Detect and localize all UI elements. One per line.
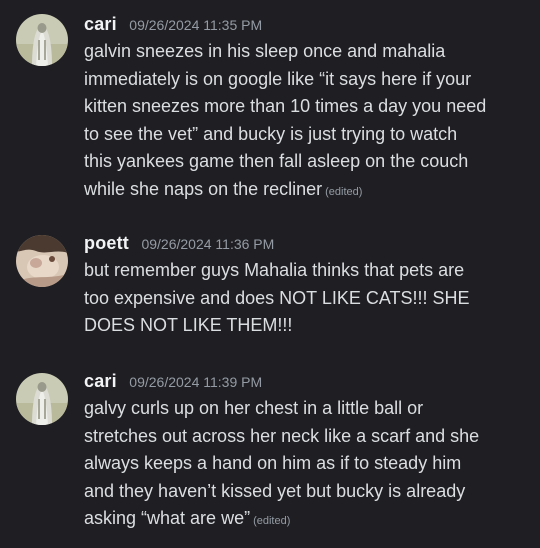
message-line: asking “what are we”: [84, 508, 251, 528]
message-line: this yankees game then fall asleep on th…: [84, 151, 469, 171]
username[interactable]: cari: [84, 14, 117, 34]
message-line: kitten sneezes more than 10 times a day …: [84, 96, 487, 116]
avatar-poett[interactable]: [16, 235, 68, 287]
avatar-cari[interactable]: [16, 14, 68, 66]
message-line: but remember guys Mahalia thinks that pe…: [84, 260, 465, 280]
chat-log: cari 09/26/2024 11:35 PM galvin sneezes …: [0, 0, 540, 548]
message-line: immediately is on google like “it says h…: [84, 68, 472, 89]
message-line: stretches out across her neck like a sca…: [84, 425, 480, 446]
message-content: galvin sneezes in his sleep once and mah…: [84, 38, 520, 206]
message-line: too expensive and does NOT LIKE CATS!!! …: [84, 287, 470, 308]
timestamp: 09/26/2024 11:35 PM: [129, 17, 263, 33]
timestamp: 09/26/2024 11:36 PM: [141, 236, 275, 252]
username[interactable]: poett: [84, 233, 129, 253]
message-content: galvy curls up on her chest in a little …: [84, 395, 520, 536]
message-line: to see the vet” and bucky is just trying…: [84, 123, 458, 144]
message-line: and they haven’t kissed yet but bucky is…: [84, 480, 466, 501]
message-line: always keeps a hand on him as if to stea…: [84, 453, 462, 473]
edited-label: (edited): [253, 515, 291, 527]
edited-label: (edited): [325, 185, 363, 198]
avatar-image: [16, 373, 68, 425]
message-line: while she naps on the recliner: [84, 178, 323, 199]
message-content: but remember guys Mahalia thinks that pe…: [84, 257, 520, 340]
message-line: galvy curls up on her chest in a little …: [84, 398, 424, 418]
avatar-image: [16, 14, 68, 66]
timestamp: 09/26/2024 11:39 PM: [129, 374, 263, 390]
avatar-cari[interactable]: [16, 373, 68, 425]
username[interactable]: cari: [84, 371, 117, 391]
avatar-image: [16, 235, 68, 287]
message-line: DOES NOT LIKE THEM!!!: [84, 315, 293, 335]
message-line: galvin sneezes in his sleep once and mah…: [84, 41, 446, 61]
